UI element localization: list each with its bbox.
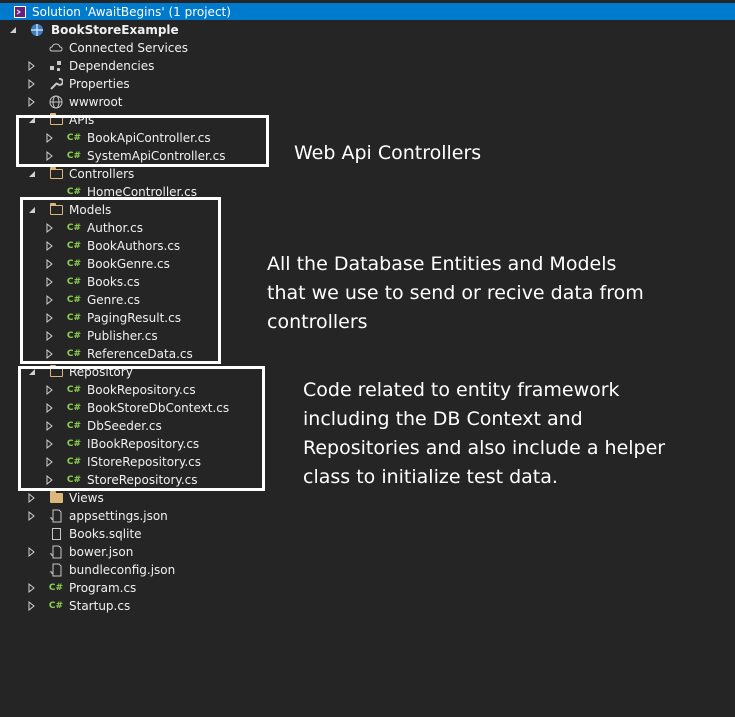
expanded-arrow-icon[interactable]	[27, 169, 37, 179]
tree-item-bundleconfig[interactable]: bundleconfig.json	[0, 561, 735, 579]
globe-icon	[49, 95, 63, 109]
tree-item-label: Books.sqlite	[69, 527, 142, 541]
tree-item-appsettings[interactable]: appsettings.json	[0, 507, 735, 525]
csharp-file-icon: C#	[48, 601, 64, 611]
repository-note-line: Code related to entity framework	[303, 379, 620, 401]
repository-note-line: including the DB Context and	[303, 408, 583, 430]
tree-item-properties[interactable]: Properties	[0, 75, 735, 93]
models-note: All the Database Entities and Models tha…	[267, 250, 644, 337]
apis-highlight-box	[16, 115, 269, 167]
tree-item-program[interactable]: C# Program.cs	[0, 579, 735, 597]
collapsed-arrow-icon[interactable]	[27, 61, 37, 71]
collapsed-arrow-icon[interactable]	[27, 511, 37, 521]
models-note-line: that we use to send or recive data from	[267, 282, 644, 304]
tree-item-wwwroot[interactable]: wwwroot	[0, 93, 735, 111]
file-icon	[49, 527, 63, 541]
solution-label: Solution 'AwaitBegins' (1 project)	[32, 4, 231, 19]
collapsed-arrow-icon[interactable]	[27, 547, 37, 557]
tree-item-bower[interactable]: bower.json	[0, 543, 735, 561]
collapsed-arrow-icon[interactable]	[27, 583, 37, 593]
tree-item-label: Controllers	[69, 167, 135, 181]
web-project-icon	[30, 23, 44, 37]
cloud-icon	[49, 41, 63, 55]
tree-item-label: Dependencies	[69, 59, 155, 73]
tree-item-dependencies[interactable]: Dependencies	[0, 57, 735, 75]
tree-item-books-sqlite[interactable]: Books.sqlite	[0, 525, 735, 543]
tree-item-label: Program.cs	[69, 581, 137, 595]
json-file-icon	[49, 509, 63, 523]
expanded-arrow-icon[interactable]	[8, 25, 18, 35]
models-note-line: controllers	[267, 311, 368, 333]
tree-item-connected-services[interactable]: Connected Services	[0, 39, 735, 57]
project-label: BookStoreExample	[51, 23, 179, 37]
csharp-file-icon: C#	[48, 583, 64, 593]
tree-item-startup[interactable]: C# Startup.cs	[0, 597, 735, 615]
tree-item-label: Startup.cs	[69, 599, 131, 613]
collapsed-arrow-icon[interactable]	[27, 79, 37, 89]
json-file-icon	[49, 563, 63, 577]
wrench-icon	[49, 77, 63, 91]
folder-icon	[49, 491, 63, 505]
tree-item-label: bundleconfig.json	[69, 563, 176, 577]
folder-open-icon	[49, 167, 63, 181]
collapsed-arrow-icon[interactable]	[27, 601, 37, 611]
models-highlight-box	[20, 197, 221, 364]
dependencies-icon	[49, 59, 63, 73]
tree-item-label: bower.json	[69, 545, 134, 559]
tree-item-label: Properties	[69, 77, 130, 91]
tree-item-label: wwwroot	[69, 95, 123, 109]
tree-item-label: Views	[69, 491, 104, 505]
collapsed-arrow-icon[interactable]	[27, 493, 37, 503]
tree-item-project[interactable]: BookStoreExample	[0, 21, 735, 39]
solution-icon	[14, 5, 26, 18]
repository-note-line: class to initialize test data.	[303, 466, 558, 488]
solution-header[interactable]: Solution 'AwaitBegins' (1 project)	[0, 3, 735, 20]
repository-note-line: Repositories and also include a helper	[303, 437, 666, 459]
repository-highlight-box	[18, 366, 265, 491]
tree-item-label: Connected Services	[69, 41, 189, 55]
tree-item-label: appsettings.json	[69, 509, 168, 523]
collapsed-arrow-icon[interactable]	[27, 97, 37, 107]
json-file-icon	[49, 545, 63, 559]
apis-note: Web Api Controllers	[294, 142, 482, 164]
repository-note: Code related to entity framework includi…	[303, 376, 665, 492]
models-note-line: All the Database Entities and Models	[267, 253, 617, 275]
